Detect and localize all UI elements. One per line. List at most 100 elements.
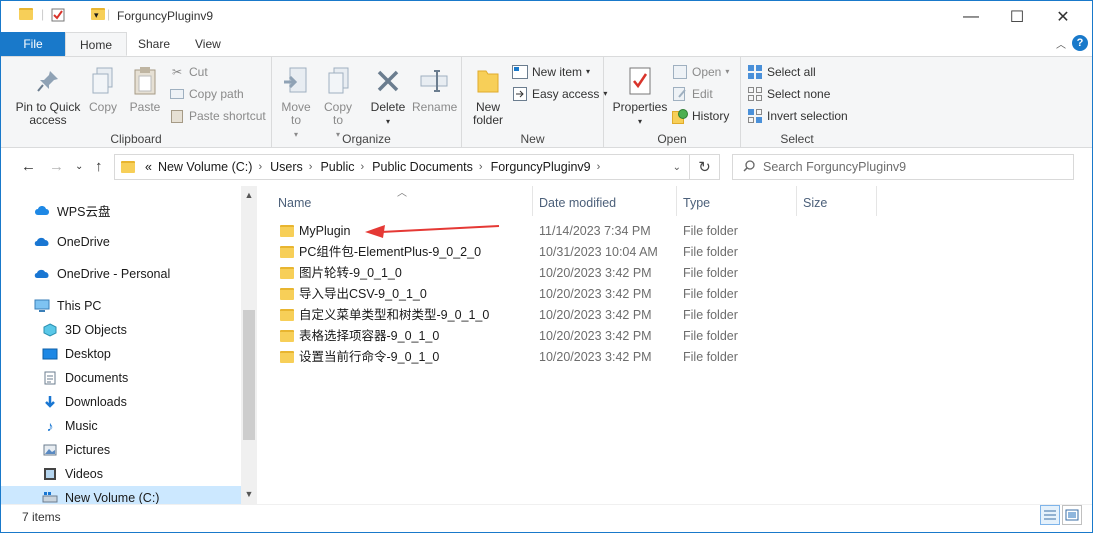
scroll-down-icon[interactable]: ▼ — [241, 489, 257, 499]
edit-button[interactable]: Edit — [672, 84, 713, 104]
nav-item-music[interactable]: ♪ Music — [1, 414, 241, 438]
file-type: File folder — [683, 308, 738, 322]
rename-label: Rename — [412, 100, 458, 114]
minimize-button[interactable]: — — [948, 1, 994, 32]
tab-view[interactable]: View — [181, 32, 235, 56]
paste-button[interactable]: Paste — [125, 61, 165, 114]
file-name[interactable]: 自定义菜单类型和树类型-9_0_1_0 — [299, 305, 489, 326]
nav-item-label: Videos — [65, 467, 103, 481]
chevron-right-icon[interactable]: › — [360, 161, 364, 173]
help-icon[interactable]: ? — [1072, 35, 1088, 51]
address-folder-icon — [121, 161, 135, 173]
nav-item-desktop[interactable]: Desktop — [1, 342, 241, 366]
pin-to-quick-access-button[interactable]: Pin to Quick access — [11, 61, 85, 127]
nav-item-this-pc[interactable]: This PC — [1, 294, 241, 318]
cut-button[interactable]: ✂ Cut — [169, 62, 208, 82]
nav-item-label: Documents — [65, 371, 129, 385]
chevron-right-icon[interactable]: › — [309, 161, 313, 173]
nav-item-downloads[interactable]: Downloads — [1, 390, 241, 414]
copy-path-button[interactable]: Copy path — [169, 84, 244, 104]
maximize-button[interactable]: ☐ — [994, 1, 1040, 32]
folder-icon — [280, 288, 294, 300]
nav-item-label: WPS云盘 — [57, 204, 111, 219]
back-arrow-icon[interactable]: ← — [21, 158, 36, 175]
recent-locations-icon[interactable]: ⌄ — [75, 161, 83, 172]
file-name[interactable]: 设置当前行命令-9_0_1_0 — [299, 347, 439, 368]
search-input[interactable]: Search ForguncyPluginv9 — [763, 160, 906, 174]
history-button[interactable]: History — [672, 106, 729, 126]
navpane-scrollbar[interactable]: ▲ ▼ — [241, 186, 257, 504]
breadcrumb-public-documents[interactable]: Public Documents — [372, 160, 473, 174]
collapse-ribbon-icon[interactable]: ︿ — [1056, 36, 1066, 51]
search-box[interactable]: Search ForguncyPluginv9 — [732, 154, 1074, 180]
file-name[interactable]: 导入导出CSV-9_0_1_0 — [299, 284, 427, 305]
select-none-button[interactable]: Select none — [747, 84, 830, 104]
chevron-right-icon[interactable]: › — [479, 161, 483, 173]
forward-arrow-icon[interactable]: → — [49, 158, 64, 175]
details-view-icon[interactable] — [1040, 505, 1060, 525]
tab-share[interactable]: Share — [124, 32, 184, 56]
new-item-button[interactable]: New item ▾ — [512, 62, 590, 82]
delete-button[interactable]: Delete ▾ — [368, 61, 408, 128]
file-row[interactable]: 表格选择项容器-9_0_1_0 10/20/2023 3:42 PM File fo… — [277, 326, 877, 347]
address-bar[interactable]: « New Volume (C:) › Users › Public › Public… — [114, 154, 690, 180]
column-header-type[interactable]: Type — [677, 186, 797, 216]
file-row[interactable]: 自定义菜单类型和树类型-9_0_1_0 10/20/2023 3:42 PM Fil… — [277, 305, 877, 326]
breadcrumb-users[interactable]: Users — [270, 160, 303, 174]
properties-label: Properties — [612, 100, 668, 114]
open-button[interactable]: Open ▾ — [672, 62, 729, 82]
tab-home[interactable]: Home — [65, 32, 128, 56]
move-to-button[interactable]: Move to ▾ — [278, 61, 314, 141]
chevron-right-icon[interactable]: › — [597, 161, 601, 173]
close-button[interactable]: ✕ — [1040, 1, 1086, 32]
file-row[interactable]: 导入导出CSV-9_0_1_0 10/20/2023 3:42 PM File fo… — [277, 284, 877, 305]
select-group-label: Select — [780, 132, 814, 146]
navigation-pane: WPS云盘 OneDrive OneDrive - Personal This … — [1, 186, 257, 510]
breadcrumb-forguncypluginv9[interactable]: ForguncyPluginv9 — [491, 160, 591, 174]
up-arrow-icon[interactable]: ↑ — [95, 158, 103, 175]
copy-to-button[interactable]: Copy to ▾ — [320, 61, 356, 141]
file-row[interactable]: 设置当前行命令-9_0_1_0 10/20/2023 3:42 PM File fo… — [277, 347, 877, 368]
breadcrumb-public[interactable]: Public — [320, 160, 354, 174]
invert-selection-button[interactable]: Invert selection — [747, 106, 848, 126]
rename-button[interactable]: Rename — [412, 61, 458, 114]
paste-shortcut-button[interactable]: Paste shortcut — [169, 106, 266, 126]
address-overflow[interactable]: « — [145, 160, 152, 174]
delete-label: Delete — [370, 100, 406, 114]
column-header-name[interactable]: Name — [272, 186, 533, 216]
file-name[interactable]: MyPlugin — [299, 221, 350, 242]
properties-quick-icon[interactable] — [51, 8, 65, 25]
new-folder-button[interactable]: New folder — [468, 61, 508, 127]
nav-item-videos[interactable]: Videos — [1, 462, 241, 486]
nav-item-onedrive[interactable]: OneDrive — [1, 230, 241, 254]
scrollbar-thumb[interactable] — [243, 310, 255, 440]
easy-access-button[interactable]: Easy access ▾ — [512, 84, 607, 104]
file-name[interactable]: 表格选择项容器-9_0_1_0 — [299, 326, 439, 347]
nav-item-3d-objects[interactable]: 3D Objects — [1, 318, 241, 342]
address-dropdown-icon[interactable]: ⌄ — [673, 162, 681, 173]
file-type: File folder — [683, 350, 738, 364]
file-type: File folder — [683, 245, 738, 259]
tab-file[interactable]: File — [1, 32, 65, 56]
refresh-icon[interactable]: ↻ — [690, 154, 720, 180]
column-header-date[interactable]: Date modified — [533, 186, 677, 216]
nav-item-onedrive-personal[interactable]: OneDrive - Personal — [1, 262, 241, 286]
chevron-right-icon[interactable]: › — [258, 161, 262, 173]
desktop-icon — [41, 346, 59, 362]
properties-button[interactable]: Properties ▾ — [612, 61, 668, 128]
column-header-size[interactable]: Size — [797, 186, 877, 216]
copy-button[interactable]: Copy — [85, 61, 121, 114]
nav-item-documents[interactable]: Documents — [1, 366, 241, 390]
file-name[interactable]: 图片轮转-9_0_1_0 — [299, 263, 402, 284]
nav-item-label: OneDrive - Personal — [57, 267, 171, 281]
scroll-up-icon[interactable]: ▲ — [241, 190, 257, 200]
nav-item-wps[interactable]: WPS云盘 — [1, 198, 241, 222]
customize-quick-access-icon[interactable]: ▾ — [94, 10, 99, 21]
file-date: 10/20/2023 3:42 PM — [539, 350, 652, 364]
nav-item-pictures[interactable]: Pictures — [1, 438, 241, 462]
large-icons-view-icon[interactable] — [1062, 505, 1082, 525]
file-row[interactable]: 图片轮转-9_0_1_0 10/20/2023 3:42 PM File folde… — [277, 263, 877, 284]
breadcrumb-new-volume[interactable]: New Volume (C:) — [158, 160, 252, 174]
select-all-button[interactable]: Select all — [747, 62, 816, 82]
cloud-icon — [33, 202, 51, 218]
